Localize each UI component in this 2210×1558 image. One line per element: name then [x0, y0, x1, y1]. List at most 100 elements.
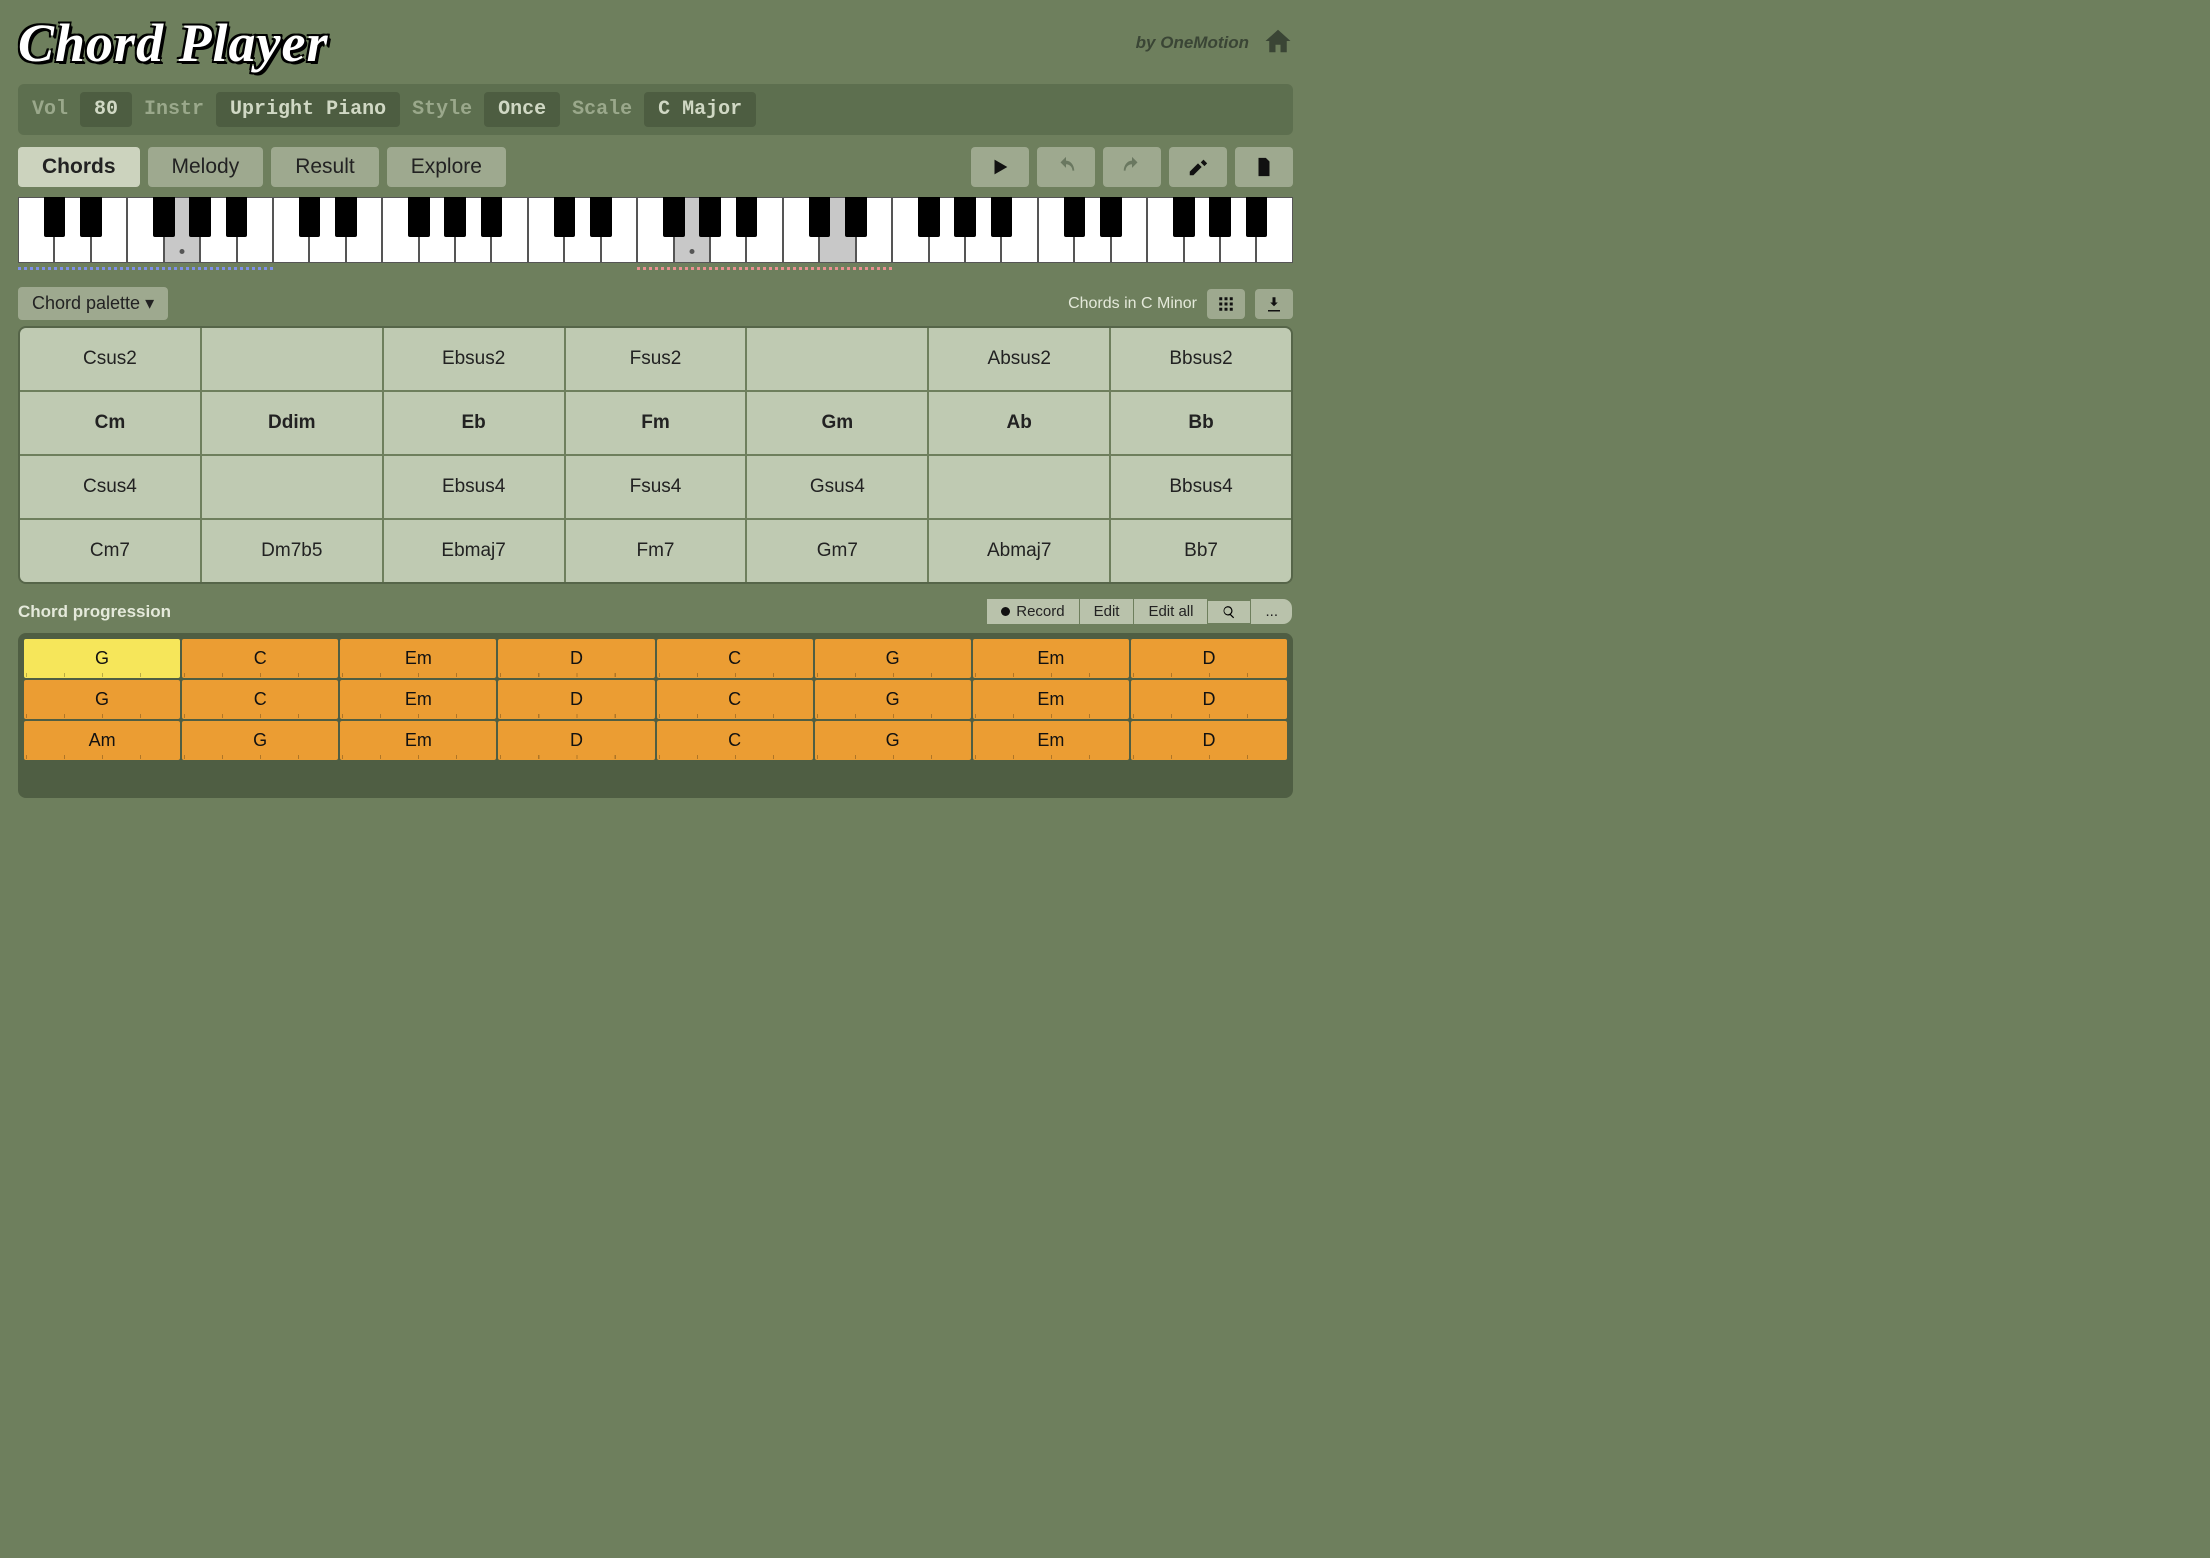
black-key[interactable] — [444, 197, 466, 237]
chord-cell[interactable]: Bb — [1111, 392, 1291, 454]
black-key[interactable] — [736, 197, 758, 237]
black-key[interactable] — [226, 197, 248, 237]
chord-cell[interactable]: Gm — [747, 392, 927, 454]
chord-cell[interactable]: Gsus4 — [747, 456, 927, 518]
progression-cell[interactable]: Am — [24, 721, 180, 760]
progression-cell[interactable]: Em — [340, 680, 496, 719]
chord-cell[interactable]: Ab — [929, 392, 1109, 454]
progression-cell[interactable]: G — [182, 721, 338, 760]
undo-button[interactable] — [1037, 147, 1095, 187]
black-key[interactable] — [1100, 197, 1122, 237]
black-key[interactable] — [954, 197, 976, 237]
black-key[interactable] — [153, 197, 175, 237]
progression-cell[interactable]: D — [498, 639, 654, 678]
more-button[interactable]: ... — [1251, 598, 1293, 625]
progression-cell[interactable]: D — [1131, 680, 1287, 719]
chord-cell[interactable]: Bbsus2 — [1111, 328, 1291, 390]
progression-cell[interactable]: D — [1131, 721, 1287, 760]
chord-cell[interactable]: Fm — [566, 392, 746, 454]
redo-button[interactable] — [1103, 147, 1161, 187]
chord-cell[interactable]: Ebsus2 — [384, 328, 564, 390]
progression-cell[interactable]: G — [815, 721, 971, 760]
black-key[interactable] — [1209, 197, 1231, 237]
file-button[interactable] — [1235, 147, 1293, 187]
black-key[interactable] — [1064, 197, 1086, 237]
black-key[interactable] — [845, 197, 867, 237]
tab-explore[interactable]: Explore — [387, 147, 506, 187]
scale-value[interactable]: C Major — [644, 92, 756, 127]
progression-cell[interactable]: C — [657, 680, 813, 719]
progression-cell[interactable]: G — [24, 680, 180, 719]
black-key[interactable] — [80, 197, 102, 237]
record-button[interactable]: Record — [987, 598, 1079, 625]
record-icon — [1001, 607, 1010, 616]
black-key[interactable] — [335, 197, 357, 237]
chord-cell[interactable]: Fm7 — [566, 520, 746, 582]
chord-cell[interactable]: Csus2 — [20, 328, 200, 390]
black-key[interactable] — [1246, 197, 1268, 237]
chord-cell[interactable]: Ebmaj7 — [384, 520, 564, 582]
progression-cell[interactable]: G — [815, 639, 971, 678]
style-value[interactable]: Once — [484, 92, 560, 127]
black-key[interactable] — [481, 197, 503, 237]
progression-cell[interactable]: Em — [973, 680, 1129, 719]
grid-view-button[interactable] — [1207, 289, 1245, 319]
red-range-indicator — [637, 267, 892, 270]
chord-cell[interactable]: Absus2 — [929, 328, 1109, 390]
search-progression-button[interactable] — [1208, 600, 1251, 624]
progression-cell[interactable]: Em — [340, 721, 496, 760]
progression-cell[interactable]: D — [498, 680, 654, 719]
edit-button[interactable]: Edit — [1080, 598, 1135, 625]
chord-cell[interactable]: Bb7 — [1111, 520, 1291, 582]
chord-cell[interactable]: Dm7b5 — [202, 520, 382, 582]
tab-chords[interactable]: Chords — [18, 147, 140, 187]
tab-melody[interactable]: Melody — [148, 147, 264, 187]
play-button[interactable] — [971, 147, 1029, 187]
progression-cell[interactable]: C — [182, 639, 338, 678]
black-key[interactable] — [809, 197, 831, 237]
chord-cell[interactable]: Fsus4 — [566, 456, 746, 518]
chord-cell[interactable]: Abmaj7 — [929, 520, 1109, 582]
black-key[interactable] — [408, 197, 430, 237]
progression-cell[interactable]: D — [498, 721, 654, 760]
chord-cell[interactable]: Ebsus4 — [384, 456, 564, 518]
black-key[interactable] — [1173, 197, 1195, 237]
download-button[interactable] — [1255, 289, 1293, 319]
progression-empty-row[interactable] — [24, 762, 1287, 792]
progression-cell[interactable]: C — [657, 639, 813, 678]
progression-cell[interactable]: C — [657, 721, 813, 760]
black-key[interactable] — [299, 197, 321, 237]
black-key[interactable] — [189, 197, 211, 237]
settings-button[interactable] — [1169, 147, 1227, 187]
progression-cell[interactable]: G — [24, 639, 180, 678]
chord-cell[interactable]: Bbsus4 — [1111, 456, 1291, 518]
chord-cell[interactable]: Fsus2 — [566, 328, 746, 390]
chord-cell[interactable]: Ddim — [202, 392, 382, 454]
chord-palette-dropdown[interactable]: Chord palette ▾ — [18, 287, 168, 320]
progression-cell[interactable]: G — [815, 680, 971, 719]
chord-cell[interactable]: Csus4 — [20, 456, 200, 518]
black-key[interactable] — [590, 197, 612, 237]
progression-cell[interactable]: Em — [973, 721, 1129, 760]
piano-keyboard[interactable] — [18, 197, 1293, 263]
chord-cell[interactable]: Cm7 — [20, 520, 200, 582]
progression-cell[interactable]: Em — [340, 639, 496, 678]
progression-cell[interactable]: Em — [973, 639, 1129, 678]
edit-all-button[interactable]: Edit all — [1134, 598, 1208, 625]
black-key[interactable] — [663, 197, 685, 237]
chord-grid: Csus2Ebsus2Fsus2Absus2Bbsus2CmDdimEbFmGm… — [18, 326, 1293, 584]
vol-value[interactable]: 80 — [80, 92, 132, 127]
progression-cell[interactable]: C — [182, 680, 338, 719]
progression-cell[interactable]: D — [1131, 639, 1287, 678]
black-key[interactable] — [699, 197, 721, 237]
black-key[interactable] — [44, 197, 66, 237]
black-key[interactable] — [554, 197, 576, 237]
black-key[interactable] — [918, 197, 940, 237]
chord-cell[interactable]: Eb — [384, 392, 564, 454]
chord-cell[interactable]: Cm — [20, 392, 200, 454]
instr-value[interactable]: Upright Piano — [216, 92, 400, 127]
chord-cell[interactable]: Gm7 — [747, 520, 927, 582]
home-icon[interactable] — [1263, 26, 1293, 61]
tab-result[interactable]: Result — [271, 147, 379, 187]
black-key[interactable] — [991, 197, 1013, 237]
